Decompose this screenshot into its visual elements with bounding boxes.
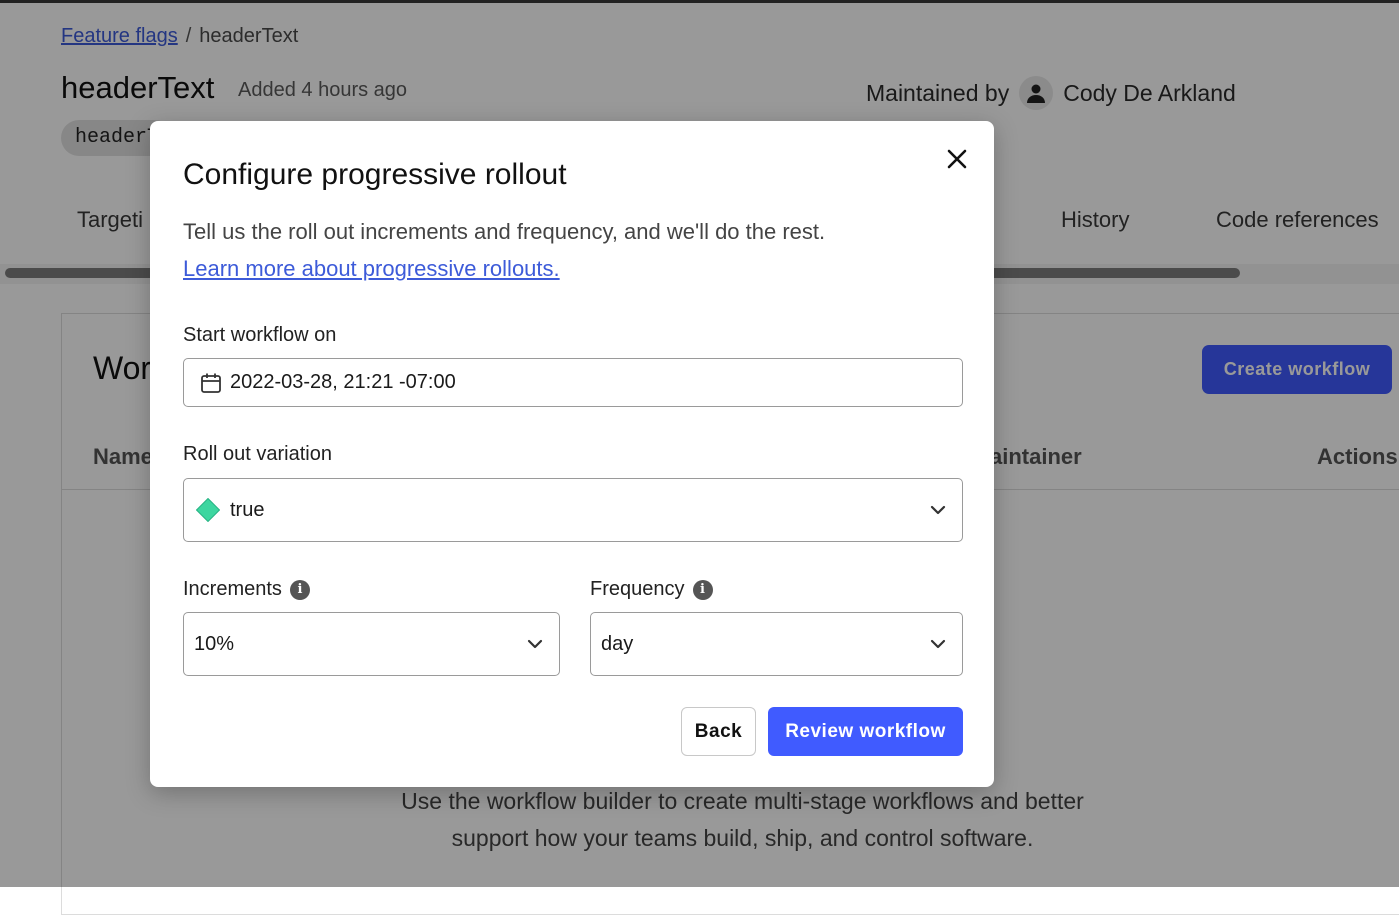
learn-more-link[interactable]: Learn more about progressive rollouts. — [183, 256, 560, 282]
frequency-label: Frequency i — [590, 578, 713, 601]
chevron-down-icon — [930, 639, 946, 649]
start-workflow-label-text: Start workflow on — [183, 324, 337, 346]
increments-select[interactable]: 10% — [183, 612, 560, 676]
variation-diamond-icon — [196, 498, 220, 522]
calendar-icon — [200, 372, 222, 394]
start-date-input[interactable]: 2022-03-28, 21:21 -07:00 — [183, 358, 963, 407]
frequency-select[interactable]: day — [590, 612, 963, 676]
increments-value: 10% — [194, 632, 235, 655]
info-icon[interactable]: i — [289, 579, 310, 600]
variation-value: true — [230, 498, 265, 521]
variation-label: Roll out variation — [183, 443, 332, 466]
info-icon[interactable]: i — [692, 579, 713, 600]
chevron-down-icon — [930, 505, 946, 515]
variation-label-text: Roll out variation — [183, 443, 332, 465]
variation-select[interactable]: true — [183, 478, 963, 542]
frequency-value: day — [601, 632, 634, 655]
increments-label-text: Increments — [183, 578, 282, 600]
close-icon[interactable] — [940, 142, 974, 176]
start-date-value: 2022-03-28, 21:21 -07:00 — [230, 371, 456, 393]
back-button[interactable]: Back — [681, 707, 756, 756]
modal-description: Tell us the roll out increments and freq… — [183, 219, 826, 244]
chevron-down-icon — [527, 639, 543, 649]
review-workflow-button[interactable]: Review workflow — [768, 707, 963, 756]
start-workflow-label: Start workflow on — [183, 324, 336, 347]
increments-label: Increments i — [183, 578, 310, 601]
modal-title: Configure progressive rollout — [183, 158, 567, 191]
frequency-label-text: Frequency — [590, 578, 685, 600]
